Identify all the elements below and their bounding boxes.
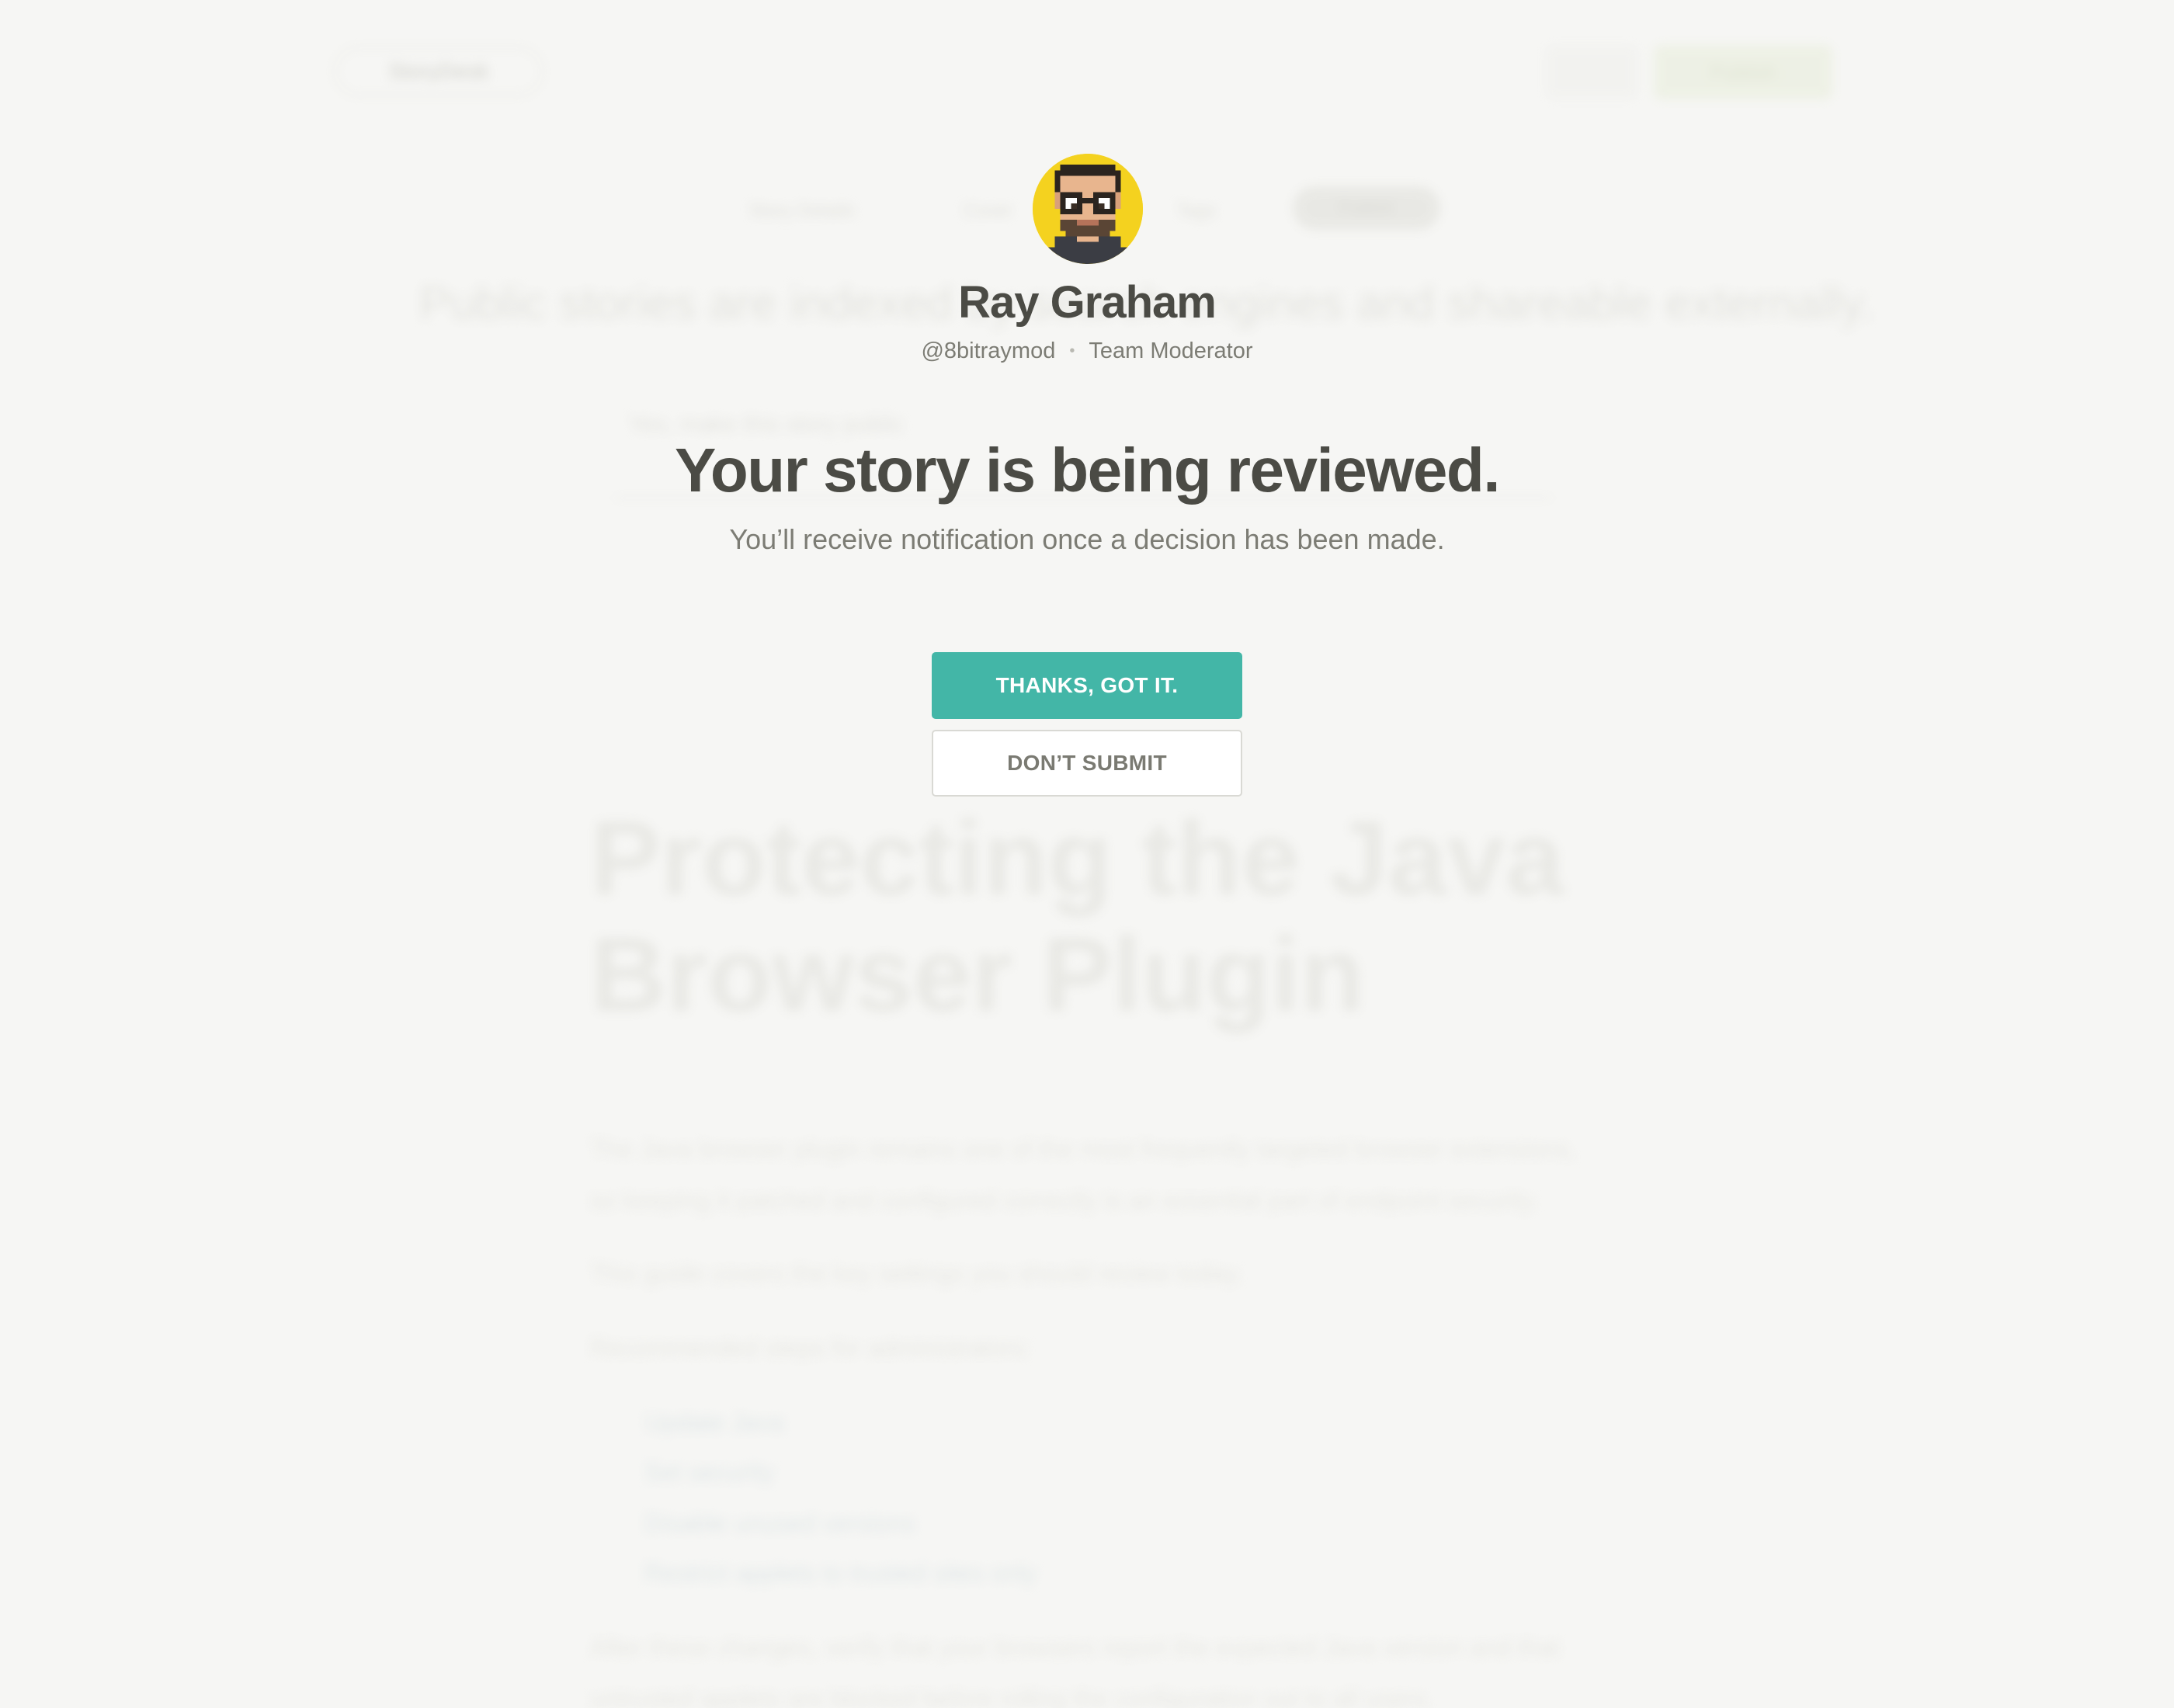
- profile-handle: @8bitraymod: [921, 338, 1056, 363]
- thanks-got-it-button[interactable]: THANKS, GOT IT.: [932, 652, 1242, 719]
- meta-separator: •: [1069, 342, 1075, 359]
- dont-submit-button[interactable]: DON’T SUBMIT: [932, 730, 1242, 797]
- pixel-avatar-icon: [1033, 154, 1143, 264]
- profile-meta: @8bitraymod • Team Moderator: [0, 338, 2174, 364]
- avatar: [1033, 154, 1143, 264]
- profile-role: Team Moderator: [1089, 338, 1253, 363]
- profile-name: Ray Graham: [958, 277, 1217, 328]
- review-title: Your story is being reviewed.: [674, 436, 1501, 505]
- page: StoryDesk Publish Story Details Cover Ta…: [0, 0, 2174, 1708]
- review-subtitle: You’ll receive notification once a decis…: [729, 523, 1445, 555]
- review-dialog: Ray Graham @8bitraymod • Team Moderator …: [0, 0, 2174, 1708]
